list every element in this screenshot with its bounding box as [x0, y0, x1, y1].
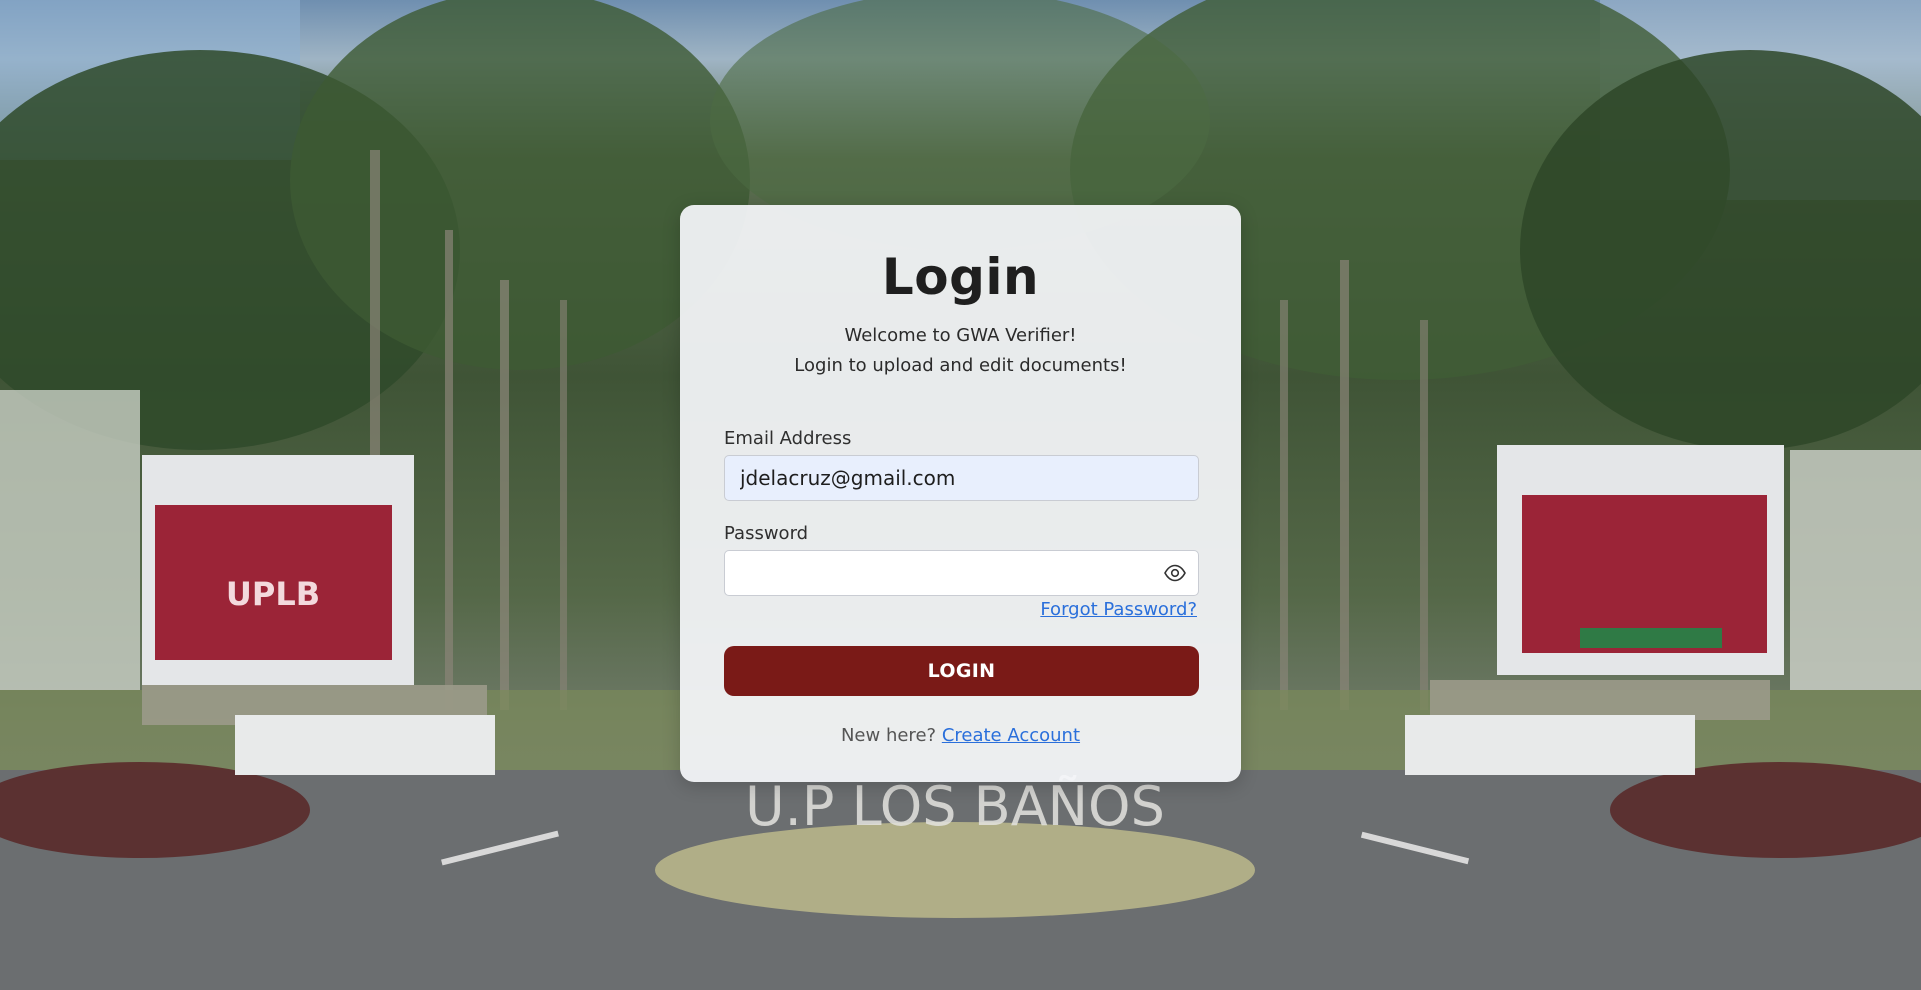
- sign-logo-text: UPLB: [226, 575, 320, 613]
- campus-signage: U.P LOS BAÑOS: [745, 775, 1165, 838]
- eye-icon[interactable]: [1164, 563, 1186, 583]
- create-account-link[interactable]: Create Account: [942, 725, 1080, 746]
- page-title: Login: [881, 248, 1040, 306]
- password-field[interactable]: [725, 551, 1198, 595]
- signup-row: New here? Create Account: [724, 725, 1197, 746]
- new-here-text: New here?: [840, 725, 937, 746]
- login-button[interactable]: LOGIN: [724, 646, 1199, 696]
- password-field-wrapper: [724, 550, 1199, 596]
- password-label: Password: [724, 523, 809, 544]
- subtitle: Welcome to GWA Verifier! Login to upload…: [724, 321, 1197, 381]
- login-card: Login Welcome to GWA Verifier! Login to …: [680, 205, 1241, 782]
- instruction-text: Login to upload and edit documents!: [794, 355, 1127, 376]
- forgot-password-link[interactable]: Forgot Password?: [1040, 599, 1197, 620]
- email-field[interactable]: [725, 456, 1198, 500]
- welcome-text: Welcome to GWA Verifier!: [844, 325, 1077, 346]
- forgot-password-row: Forgot Password?: [724, 599, 1197, 623]
- email-field-wrapper: [724, 455, 1199, 501]
- email-label: Email Address: [724, 428, 852, 449]
